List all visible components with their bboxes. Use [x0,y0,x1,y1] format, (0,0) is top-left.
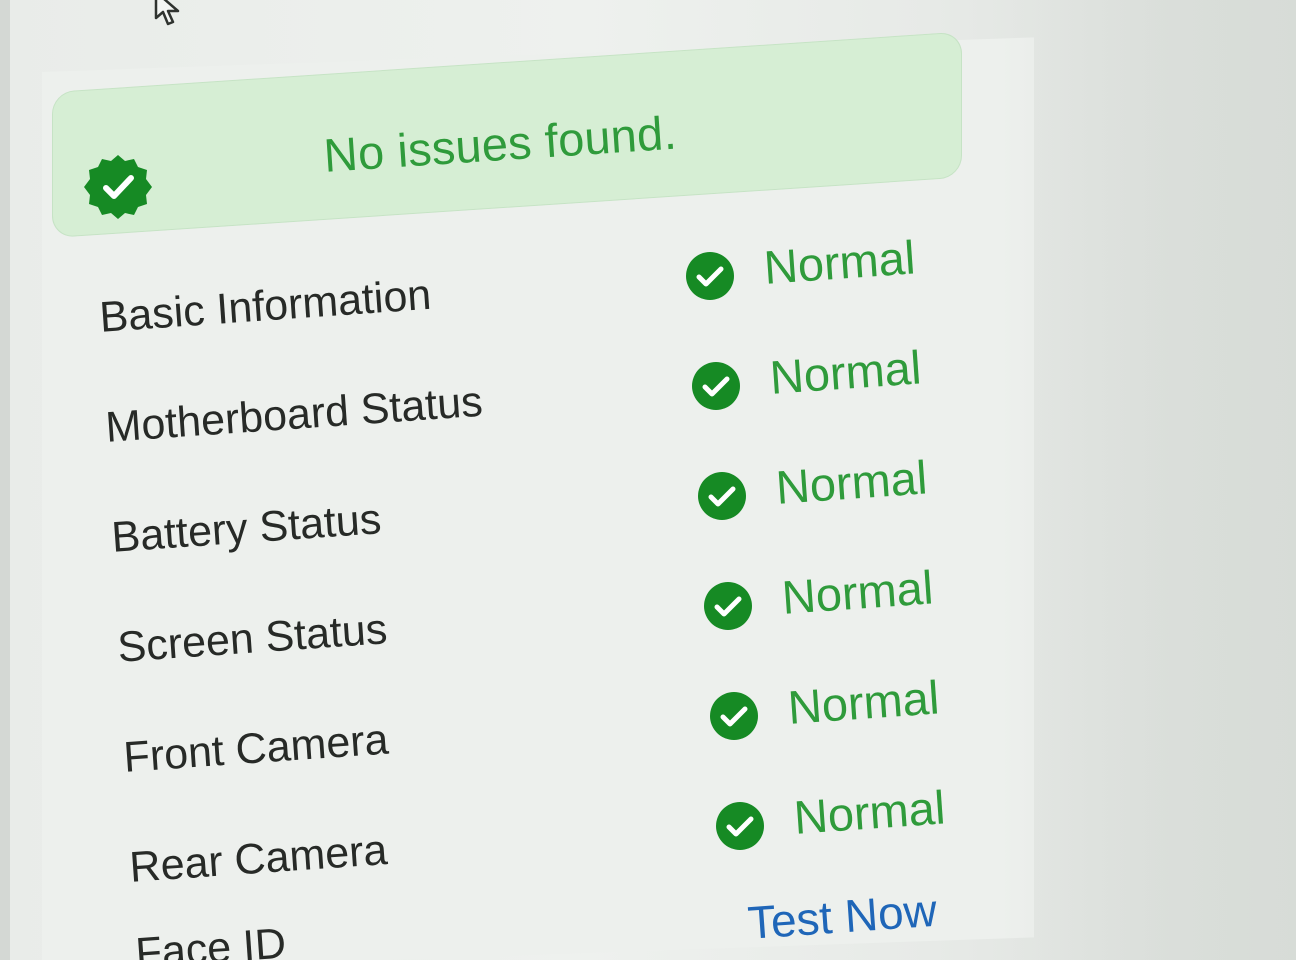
status-normal-text: Normal [762,230,917,294]
status-normal-text: Normal [786,670,941,734]
check-circle-icon [698,472,746,520]
status-normal-text: Normal [768,340,923,404]
status-normal-text: Normal [774,450,929,514]
check-status-screen-status: Normal [702,560,1002,646]
check-circle-icon [716,802,764,850]
check-circle-icon [704,582,752,630]
check-status-rear-camera: Normal [714,780,1014,866]
monitor-bezel [0,0,10,960]
check-status-front-camera: Normal [708,670,1008,756]
diagnostics-screen: No issues found. Basic Information Norma… [0,0,1296,960]
check-circle-icon [686,252,734,300]
check-circle-icon [692,362,740,410]
status-normal-text: Normal [792,780,947,844]
check-status-basic-information: Normal [684,230,984,316]
screen-shadow [1000,0,1296,960]
check-badge-icon [84,155,152,219]
check-circle-icon [710,692,758,740]
check-status-battery-status: Normal [696,450,996,536]
check-status-motherboard-status: Normal [690,340,990,426]
status-normal-text: Normal [780,560,935,624]
mouse-pointer-icon [154,0,180,26]
